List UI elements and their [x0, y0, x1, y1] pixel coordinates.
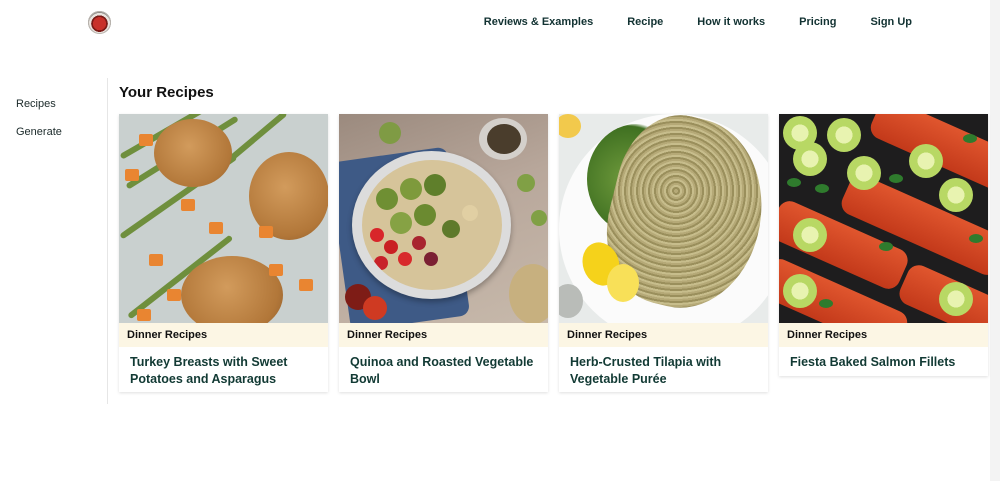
sidebar-item-recipes[interactable]: Recipes — [16, 98, 56, 110]
logo-icon[interactable] — [88, 11, 111, 34]
nav-sign-up[interactable]: Sign Up — [870, 16, 912, 28]
window-scrollbar[interactable] — [990, 0, 1000, 481]
page-title: Your Recipes — [119, 84, 214, 101]
nav-how-it-works[interactable]: How it works — [697, 16, 765, 28]
recipe-category-tag: Dinner Recipes — [119, 323, 328, 347]
recipe-image-turkey[interactable] — [119, 114, 328, 323]
recipe-image-quinoa[interactable] — [339, 114, 548, 323]
sidebar: Recipes Generate — [0, 78, 108, 404]
recipe-card-tilapia[interactable]: Dinner Recipes Herb-Crusted Tilapia with… — [559, 114, 768, 392]
recipe-card-turkey[interactable]: Dinner Recipes Turkey Breasts with Sweet… — [119, 114, 328, 392]
nav-pricing[interactable]: Pricing — [799, 16, 836, 28]
main-nav: Reviews & Examples Recipe How it works P… — [484, 0, 912, 44]
recipe-image-salmon[interactable] — [779, 114, 988, 323]
recipe-title[interactable]: Herb-Crusted Tilapia with Vegetable Puré… — [559, 347, 768, 388]
top-navigation: Reviews & Examples Recipe How it works P… — [0, 0, 1000, 44]
recipe-category-tag: Dinner Recipes — [559, 323, 768, 347]
recipe-title[interactable]: Fiesta Baked Salmon Fillets — [779, 347, 988, 371]
nav-recipe[interactable]: Recipe — [627, 16, 663, 28]
recipe-title[interactable]: Turkey Breasts with Sweet Potatoes and A… — [119, 347, 328, 388]
recipe-title[interactable]: Quinoa and Roasted Vegetable Bowl — [339, 347, 548, 388]
nav-reviews-examples[interactable]: Reviews & Examples — [484, 16, 593, 28]
recipe-card-salmon[interactable]: Dinner Recipes Fiesta Baked Salmon Fille… — [779, 114, 988, 376]
recipe-category-tag: Dinner Recipes — [779, 323, 988, 347]
recipe-image-tilapia[interactable] — [559, 114, 768, 323]
recipe-card-list: Dinner Recipes Turkey Breasts with Sweet… — [119, 114, 988, 392]
recipe-category-tag: Dinner Recipes — [339, 323, 548, 347]
recipe-card-quinoa[interactable]: Dinner Recipes Quinoa and Roasted Vegeta… — [339, 114, 548, 392]
sidebar-item-generate[interactable]: Generate — [16, 126, 62, 138]
